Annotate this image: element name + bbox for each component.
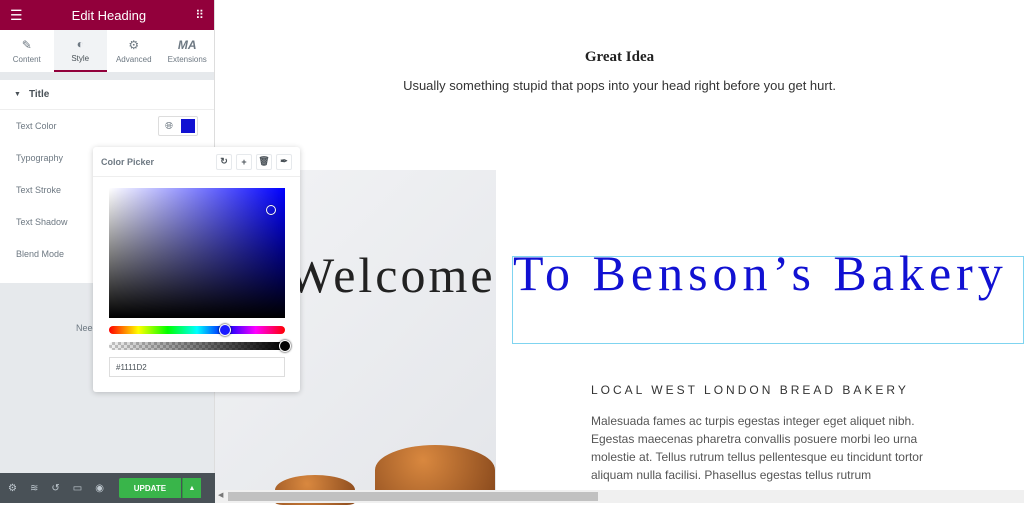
eyedropper-icon[interactable]: ✒ (276, 153, 292, 170)
saturation-handle[interactable] (266, 205, 276, 215)
trash-icon[interactable]: 🗑︎ (256, 153, 272, 170)
tab-label: Style (71, 54, 90, 63)
local-bakery-heading: LOCAL WEST LONDON BREAD BAKERY (591, 383, 909, 397)
caret-down-icon: ▼ (14, 91, 21, 98)
settings-icon[interactable]: ⚙ (8, 483, 17, 494)
pencil-icon: ✎ (21, 38, 32, 52)
panel-title: Edit Heading (71, 7, 147, 23)
history-icon[interactable]: ↺ (51, 483, 59, 494)
opacity-slider[interactable] (109, 340, 291, 352)
panel-header: ☰ Edit Heading ⠿ (0, 0, 214, 30)
color-picker-title: Color Picker (101, 156, 155, 167)
menu-icon[interactable]: ☰ (10, 7, 23, 24)
body-paragraph: Malesuada fames ac turpis egestas intege… (591, 414, 923, 482)
scroll-left-icon[interactable]: ◀ (218, 491, 223, 499)
add-icon[interactable]: + (236, 153, 252, 170)
horizontal-scrollbar[interactable]: ◀ (215, 490, 1024, 503)
control-label: Text Color (16, 121, 57, 131)
selected-heading-widget[interactable]: To Benson’s Bakery (512, 248, 1024, 344)
tab-label: Extensions (167, 55, 207, 64)
preview-eye-icon[interactable]: ◉ (95, 483, 104, 494)
globe-icon[interactable]: 🌐︎ (159, 117, 179, 135)
apps-grid-icon[interactable]: ⠿ (195, 8, 204, 22)
tab-label: Advanced (115, 55, 152, 64)
update-button[interactable]: UPDATE (118, 478, 181, 498)
footer-bar: ⚙ ≋ ↺ ▭ ◉ UPDATE ▲ (0, 473, 215, 503)
subheading: Usually something stupid that pops into … (403, 78, 836, 93)
page-canvas: Great Idea Usually something stupid that… (215, 0, 1024, 505)
scrollbar-thumb[interactable] (228, 492, 598, 501)
welcome-heading: Welcome (287, 247, 496, 303)
control-label: Blend Mode (16, 249, 65, 259)
tab-label: Content (12, 55, 41, 64)
tab-extensions[interactable]: MA Extensions (161, 30, 215, 72)
opacity-handle[interactable] (279, 340, 291, 352)
gear-icon: ⚙ (128, 38, 140, 52)
hue-handle[interactable] (219, 324, 232, 336)
saturation-area[interactable] (109, 188, 285, 318)
tab-content[interactable]: ✎ Content (0, 30, 54, 72)
control-label: Text Shadow (16, 217, 68, 227)
update-options-button[interactable]: ▲ (181, 478, 201, 498)
section-title-toggle[interactable]: ▼ Title (0, 80, 214, 110)
color-picker-popup: Color Picker ↻ + 🗑︎ ✒ (93, 147, 300, 392)
layers-icon[interactable]: ≋ (30, 483, 38, 494)
reset-icon[interactable]: ↻ (216, 153, 232, 170)
control-text-color[interactable]: Text Color 🌐︎ (0, 110, 214, 142)
contrast-icon: ◐ (76, 37, 84, 51)
color-swatch[interactable] (181, 119, 195, 133)
responsive-icon[interactable]: ▭ (73, 483, 82, 494)
great-idea-heading: Great Idea (584, 49, 655, 65)
control-label: Text Stroke (16, 185, 62, 195)
croissant-image (375, 445, 495, 495)
tab-style[interactable]: ◐ Style (53, 30, 107, 72)
control-label: Typography (16, 153, 64, 163)
section-title: Title (28, 89, 50, 100)
tab-advanced[interactable]: ⚙ Advanced (107, 30, 161, 72)
ma-logo-icon: MA (177, 38, 197, 52)
benson-heading[interactable]: To Benson’s Bakery (513, 248, 1008, 298)
hex-input[interactable] (109, 357, 285, 377)
hue-slider[interactable] (109, 324, 285, 336)
